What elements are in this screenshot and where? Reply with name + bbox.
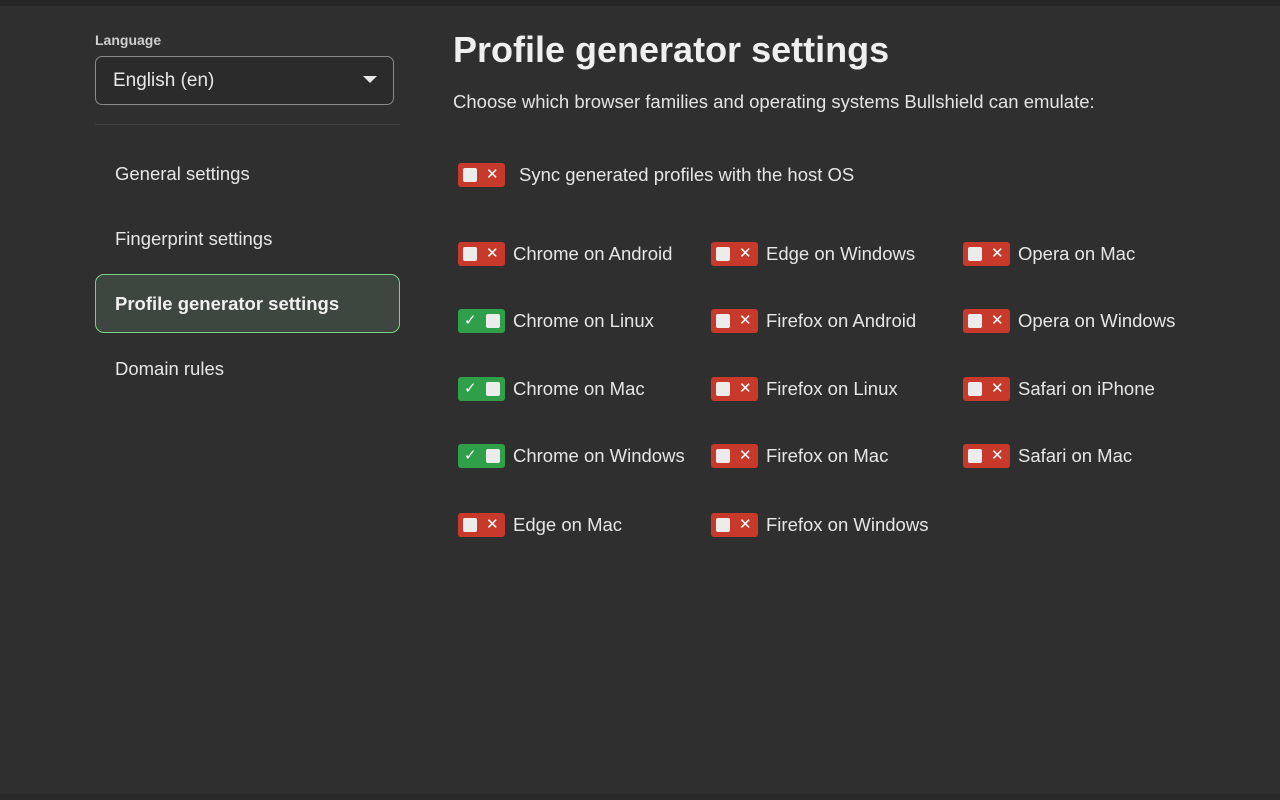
toggle-knob xyxy=(968,314,982,328)
toggle-edge-on-mac[interactable]: ✕ xyxy=(458,513,505,537)
option-label-edge-on-windows[interactable]: Edge on Windows xyxy=(766,242,915,266)
toggle-knob xyxy=(716,314,730,328)
close-icon: ✕ xyxy=(486,245,499,262)
sidebar-item-domain-rules[interactable]: Domain rules xyxy=(95,339,400,398)
chevron-down-icon xyxy=(363,76,377,83)
window-bottom-border xyxy=(0,794,1280,800)
option-label-firefox-on-mac[interactable]: Firefox on Mac xyxy=(766,444,888,468)
language-select[interactable]: English (en) xyxy=(95,56,394,105)
sidebar-nav: General settings Fingerprint settings Prof… xyxy=(95,144,400,398)
toggle-knob xyxy=(486,382,500,396)
language-select-value: English (en) xyxy=(113,70,215,91)
toggle-sync-generated-profiles-with-the-host-os[interactable]: ✕ xyxy=(458,163,505,187)
close-icon: ✕ xyxy=(739,516,752,533)
toggle-firefox-on-android[interactable]: ✕ xyxy=(711,309,758,333)
toggle-firefox-on-mac[interactable]: ✕ xyxy=(711,444,758,468)
check-icon: ✓ xyxy=(464,380,477,397)
option-label-firefox-on-windows[interactable]: Firefox on Windows xyxy=(766,513,928,537)
option-label-opera-on-mac[interactable]: Opera on Mac xyxy=(1018,242,1135,266)
check-icon: ✓ xyxy=(464,312,477,329)
toggle-knob xyxy=(486,314,500,328)
option-label-safari-on-mac[interactable]: Safari on Mac xyxy=(1018,444,1132,468)
check-icon: ✓ xyxy=(464,447,477,464)
toggle-firefox-on-linux[interactable]: ✕ xyxy=(711,377,758,401)
toggle-knob xyxy=(716,518,730,532)
sidebar-item-general-settings[interactable]: General settings xyxy=(95,144,400,203)
option-label-firefox-on-linux[interactable]: Firefox on Linux xyxy=(766,377,898,401)
toggle-knob xyxy=(716,449,730,463)
close-icon: ✕ xyxy=(739,312,752,329)
language-label: Language xyxy=(95,32,162,48)
close-icon: ✕ xyxy=(739,447,752,464)
sidebar: Language English (en) General settings Fi… xyxy=(95,32,400,404)
option-label-safari-on-iphone[interactable]: Safari on iPhone xyxy=(1018,377,1155,401)
toggle-safari-on-mac[interactable]: ✕ xyxy=(963,444,1010,468)
toggle-chrome-on-mac[interactable]: ✓ xyxy=(458,377,505,401)
toggle-knob xyxy=(486,449,500,463)
toggle-knob xyxy=(463,168,477,182)
sidebar-item-profile-generator-settings[interactable]: Profile generator settings xyxy=(95,274,400,333)
option-label-opera-on-windows[interactable]: Opera on Windows xyxy=(1018,309,1175,333)
close-icon: ✕ xyxy=(486,516,499,533)
toggle-knob xyxy=(716,247,730,261)
option-label-sync-generated-profiles-with-the-host-os[interactable]: Sync generated profiles with the host OS xyxy=(519,163,854,187)
sidebar-item-fingerprint-settings[interactable]: Fingerprint settings xyxy=(95,209,400,268)
close-icon: ✕ xyxy=(739,245,752,262)
close-icon: ✕ xyxy=(991,380,1004,397)
option-label-firefox-on-android[interactable]: Firefox on Android xyxy=(766,309,916,333)
toggle-knob xyxy=(463,518,477,532)
close-icon: ✕ xyxy=(486,166,499,183)
toggle-chrome-on-linux[interactable]: ✓ xyxy=(458,309,505,333)
toggle-knob xyxy=(968,449,982,463)
toggle-opera-on-mac[interactable]: ✕ xyxy=(963,242,1010,266)
close-icon: ✕ xyxy=(739,380,752,397)
page-subtitle: Choose which browser families and operat… xyxy=(453,91,1095,112)
toggle-firefox-on-windows[interactable]: ✕ xyxy=(711,513,758,537)
option-label-chrome-on-windows[interactable]: Chrome on Windows xyxy=(513,444,685,468)
page-title: Profile generator settings xyxy=(453,29,890,70)
option-label-chrome-on-android[interactable]: Chrome on Android xyxy=(513,242,672,266)
toggle-chrome-on-windows[interactable]: ✓ xyxy=(458,444,505,468)
option-label-chrome-on-mac[interactable]: Chrome on Mac xyxy=(513,377,645,401)
window-top-border xyxy=(0,0,1280,6)
close-icon: ✕ xyxy=(991,312,1004,329)
main-content: Profile generator settings Choose which … xyxy=(453,28,1253,537)
close-icon: ✕ xyxy=(991,447,1004,464)
toggle-knob xyxy=(968,247,982,261)
toggle-knob xyxy=(968,382,982,396)
toggle-edge-on-windows[interactable]: ✕ xyxy=(711,242,758,266)
close-icon: ✕ xyxy=(991,245,1004,262)
option-label-edge-on-mac[interactable]: Edge on Mac xyxy=(513,513,622,537)
option-label-chrome-on-linux[interactable]: Chrome on Linux xyxy=(513,309,654,333)
sidebar-divider xyxy=(95,124,400,125)
toggle-knob xyxy=(716,382,730,396)
toggle-knob xyxy=(463,247,477,261)
toggle-chrome-on-android[interactable]: ✕ xyxy=(458,242,505,266)
toggle-opera-on-windows[interactable]: ✕ xyxy=(963,309,1010,333)
toggle-safari-on-iphone[interactable]: ✕ xyxy=(963,377,1010,401)
